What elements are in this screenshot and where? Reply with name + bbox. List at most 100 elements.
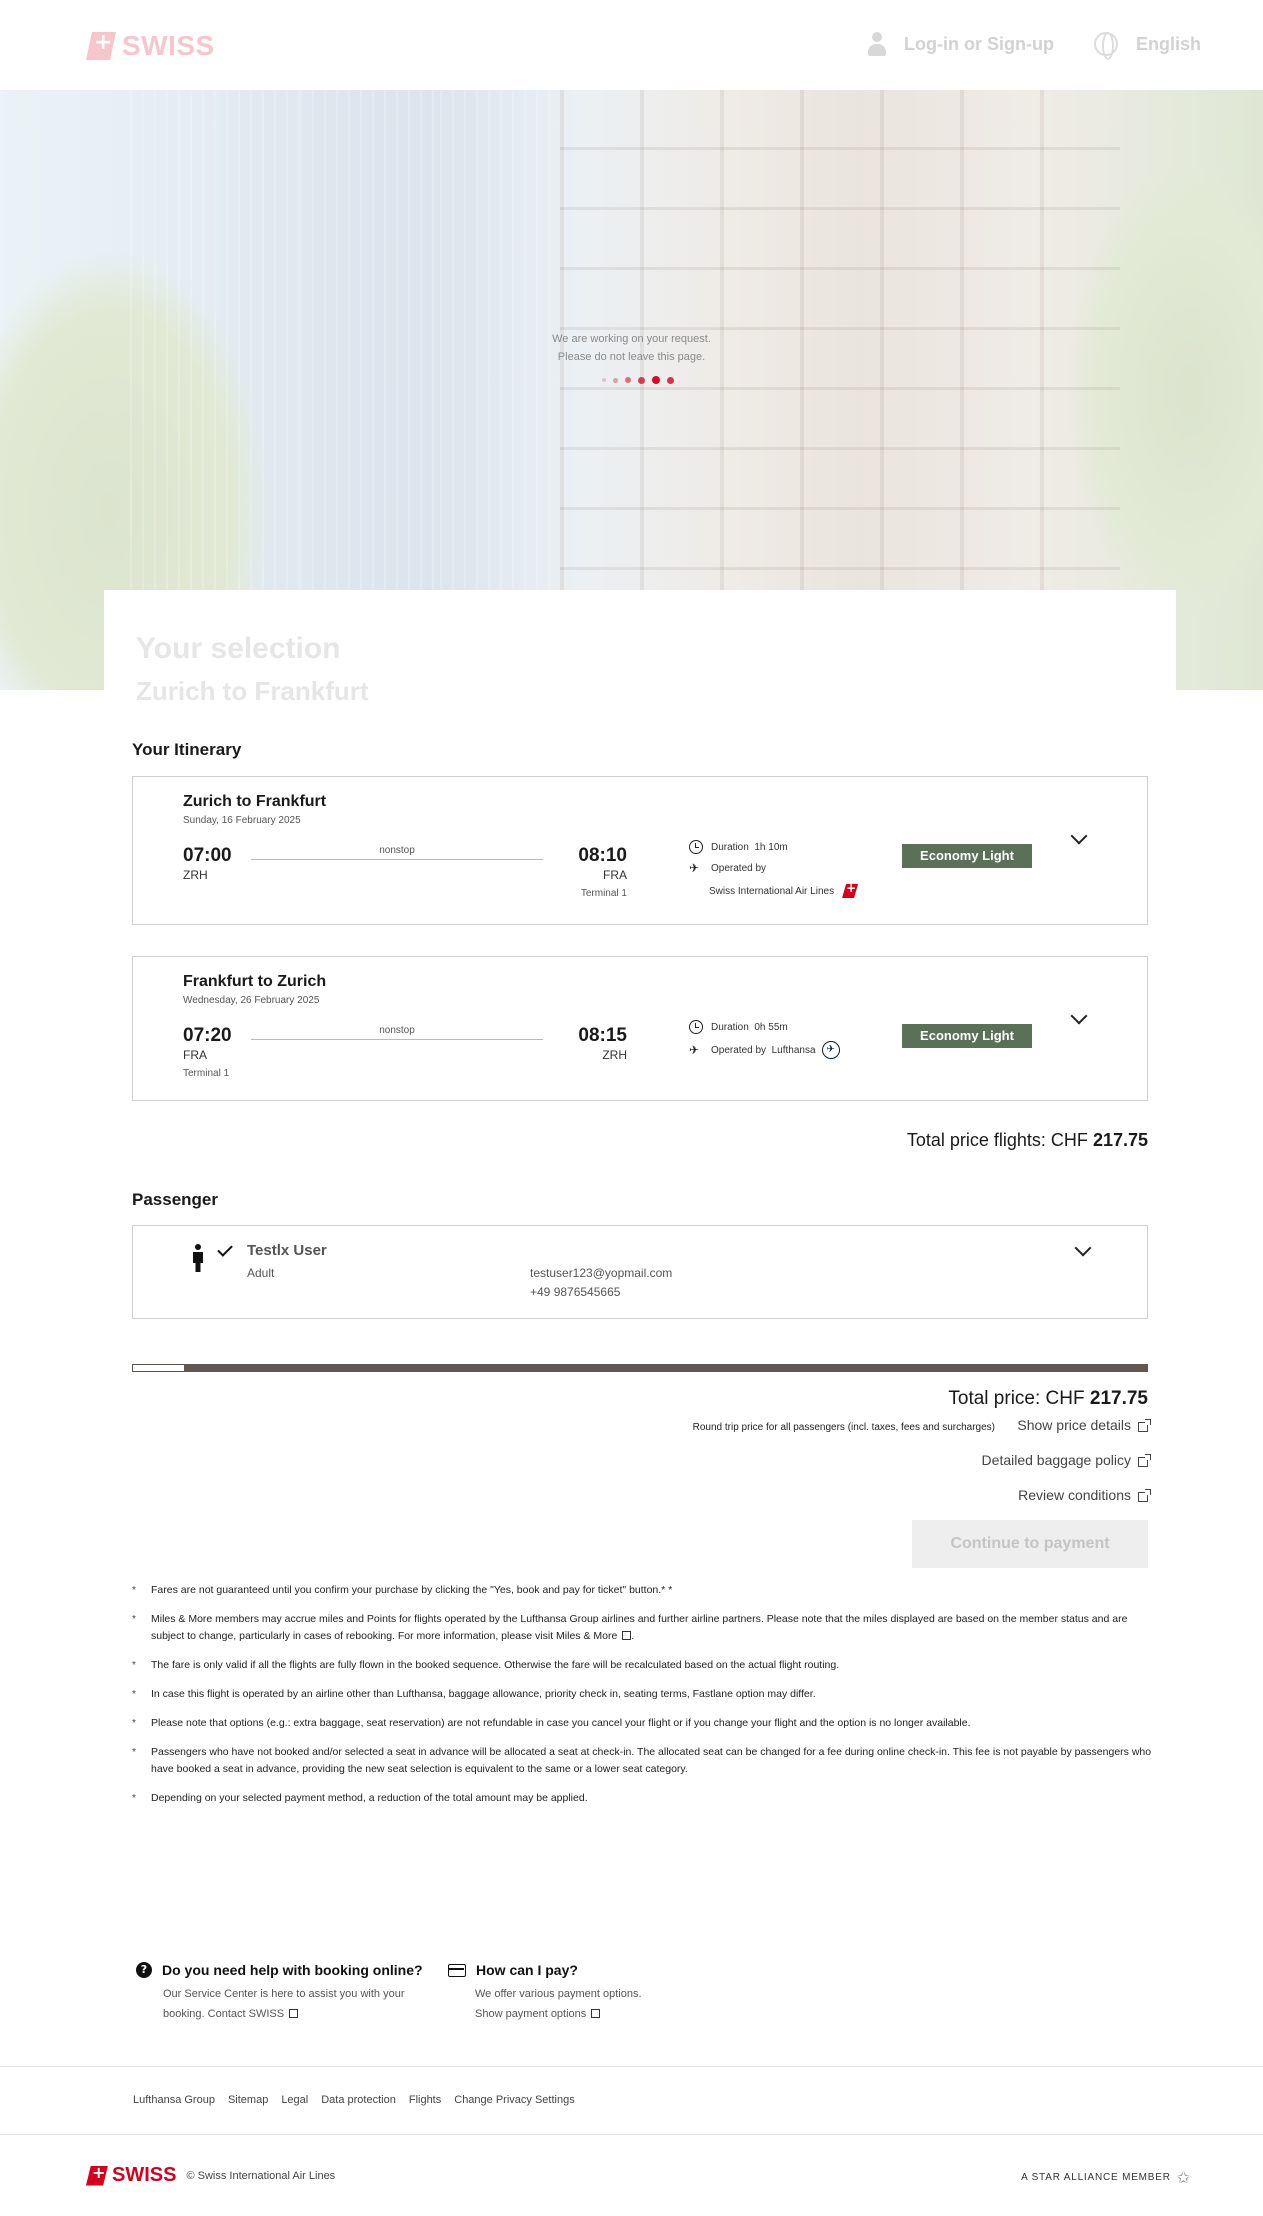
- continue-to-payment-button[interactable]: Continue to payment: [912, 1520, 1148, 1568]
- duration-info: Duration 0h 55m: [689, 1020, 788, 1034]
- arrival-airport: ZRH: [602, 1048, 627, 1062]
- login-link[interactable]: Log-in or Sign-up: [868, 32, 1054, 56]
- departure-terminal: Terminal 1: [183, 1068, 230, 1079]
- fare-badge: Economy Light: [902, 1024, 1032, 1048]
- show-price-details-label: Show price details: [1017, 1417, 1131, 1433]
- itinerary-title: Your Itinerary: [132, 740, 242, 759]
- fare-notes: Fares are not guaranteed until you confi…: [132, 1582, 1152, 1819]
- login-label: Log-in or Sign-up: [904, 33, 1054, 54]
- plane-icon: ✈: [689, 1043, 700, 1057]
- swiss-airline-icon: [842, 884, 859, 898]
- chevron-down-icon[interactable]: [1074, 1239, 1092, 1257]
- flight-card-outbound[interactable]: Zurich to Frankfurt Sunday, 16 February …: [132, 776, 1148, 925]
- show-price-details-link[interactable]: Show price details: [1017, 1417, 1151, 1433]
- loading-line-1: We are working on your request.: [552, 333, 711, 345]
- duration-value: 1h 10m: [754, 841, 788, 853]
- progress-bar-fill: [133, 1365, 184, 1371]
- swiss-flag-icon: [86, 2165, 108, 2186]
- note-item: The fare is only valid if all the flight…: [132, 1657, 1152, 1674]
- star-alliance-icon: ✩: [1176, 2168, 1191, 2187]
- site-header: SWISS Log-in or Sign-up English: [0, 0, 1263, 90]
- passenger-phone: +49 9876545665: [530, 1285, 621, 1299]
- note-item: Passengers who have not booked and/or se…: [132, 1744, 1152, 1778]
- help-booking-box: ? Do you need help with booking online? …: [136, 1962, 423, 2024]
- loading-overlay: We are working on your request. Please d…: [0, 330, 1263, 384]
- external-link-icon: [1138, 1419, 1151, 1432]
- note-item: In case this flight is operated by an ai…: [132, 1686, 1152, 1703]
- footer-link-legal[interactable]: Legal: [281, 2094, 308, 2106]
- chevron-down-icon[interactable]: [1070, 1007, 1088, 1025]
- duration-label: Duration: [711, 1021, 749, 1033]
- total-price-label: Total price: CHF: [948, 1388, 1085, 1409]
- contact-swiss-link[interactable]: Contact SWISS: [208, 2008, 284, 2020]
- review-conditions-label: Review conditions: [1018, 1487, 1131, 1503]
- external-link-icon: [1138, 1454, 1151, 1467]
- selection-card: Your selection Zurich to Frankfurt: [104, 590, 1176, 706]
- flight-route: Frankfurt to Zurich: [183, 973, 327, 990]
- help-booking-title: ? Do you need help with booking online?: [136, 1962, 423, 1978]
- question-icon: ?: [136, 1962, 152, 1978]
- passenger-email: testuser123@yopmail.com: [530, 1266, 673, 1280]
- fare-badge: Economy Light: [902, 844, 1032, 868]
- selection-subtitle: Zurich to Frankfurt: [136, 676, 369, 706]
- clock-icon: [689, 840, 703, 854]
- stops-label: nonstop: [379, 1025, 415, 1036]
- passenger-title: Passenger: [132, 1190, 218, 1209]
- operated-label: Operated by: [711, 862, 767, 874]
- star-alliance-badge: A STAR ALLIANCE MEMBER ✩: [1021, 2168, 1191, 2187]
- departure-airport: ZRH: [183, 868, 208, 882]
- footer-divider: [0, 2134, 1263, 2135]
- total-flights-label: Total price flights: CHF: [906, 1130, 1088, 1150]
- duration-value: 0h 55m: [754, 1021, 788, 1033]
- departure-time: 07:20: [183, 1025, 232, 1046]
- swiss-flag-icon: [86, 32, 116, 60]
- passenger-card[interactable]: Testlx User Adult testuser123@yopmail.co…: [132, 1225, 1148, 1319]
- show-payment-options-link[interactable]: Show payment options: [475, 2008, 586, 2020]
- operated-by-info: ✈ Operated by: [689, 861, 766, 875]
- help-payment-box: How can I pay? We offer various payment …: [448, 1962, 642, 2024]
- footer-link-lufthansa-group[interactable]: Lufthansa Group: [133, 2094, 215, 2106]
- globe-icon: [1094, 32, 1118, 60]
- copyright: © Swiss International Air Lines: [186, 2169, 336, 2182]
- external-link-icon[interactable]: [622, 1631, 632, 1640]
- arrival-terminal: Terminal 1: [580, 888, 627, 899]
- loading-dot: [612, 377, 618, 383]
- flight-card-return[interactable]: Frankfurt to Zurich Wednesday, 26 Februa…: [132, 956, 1148, 1101]
- arrival-time: 08:10: [578, 845, 627, 866]
- departure-airport: FRA: [183, 1048, 207, 1062]
- chevron-down-icon[interactable]: [1070, 827, 1088, 845]
- footer-link-data-protection[interactable]: Data protection: [321, 2094, 396, 2106]
- check-icon: [217, 1241, 233, 1257]
- loading-dot: [666, 376, 674, 384]
- review-conditions-link[interactable]: Review conditions: [1018, 1487, 1151, 1503]
- footer-link-privacy-settings[interactable]: Change Privacy Settings: [454, 2094, 574, 2106]
- flight-date: Wednesday, 26 February 2025: [183, 995, 320, 1006]
- stops-label: nonstop: [379, 845, 415, 856]
- swiss-logo[interactable]: SWISS: [86, 30, 215, 62]
- baggage-policy-label: Detailed baggage policy: [981, 1452, 1131, 1468]
- user-icon: [868, 32, 886, 56]
- plane-icon: ✈: [689, 861, 700, 875]
- operator-name: Lufthansa: [771, 1044, 816, 1056]
- page: SWISS Log-in or Sign-up English We are w…: [0, 0, 1263, 2216]
- progress-bar: [132, 1364, 1148, 1372]
- external-link-icon: [591, 2009, 601, 2018]
- note-item: Depending on your selected payment metho…: [132, 1790, 1152, 1807]
- loading-line-2: Please do not leave this page.: [557, 351, 706, 363]
- loading-dot: [637, 376, 645, 384]
- round-trip-note: Round trip price for all passengers (inc…: [692, 1422, 995, 1433]
- footer-divider: [0, 2066, 1263, 2067]
- lufthansa-crane-icon: ✈: [821, 1041, 840, 1059]
- external-link-icon: [289, 2009, 299, 2018]
- credit-card-icon: [448, 1963, 466, 1977]
- arrival-time: 08:15: [578, 1025, 627, 1046]
- star-alliance-label: A STAR ALLIANCE MEMBER: [1021, 2172, 1171, 2183]
- footer-logo-text: SWISS: [112, 2164, 177, 2186]
- baggage-policy-link[interactable]: Detailed baggage policy: [981, 1452, 1151, 1468]
- note-item: Please note that options (e.g.: extra ba…: [132, 1715, 1152, 1732]
- flight-line: [251, 859, 543, 860]
- footer-link-flights[interactable]: Flights: [409, 2094, 441, 2106]
- language-selector[interactable]: English: [1094, 32, 1201, 60]
- footer-link-sitemap[interactable]: Sitemap: [228, 2094, 268, 2106]
- loading-dots: [12, 376, 1263, 384]
